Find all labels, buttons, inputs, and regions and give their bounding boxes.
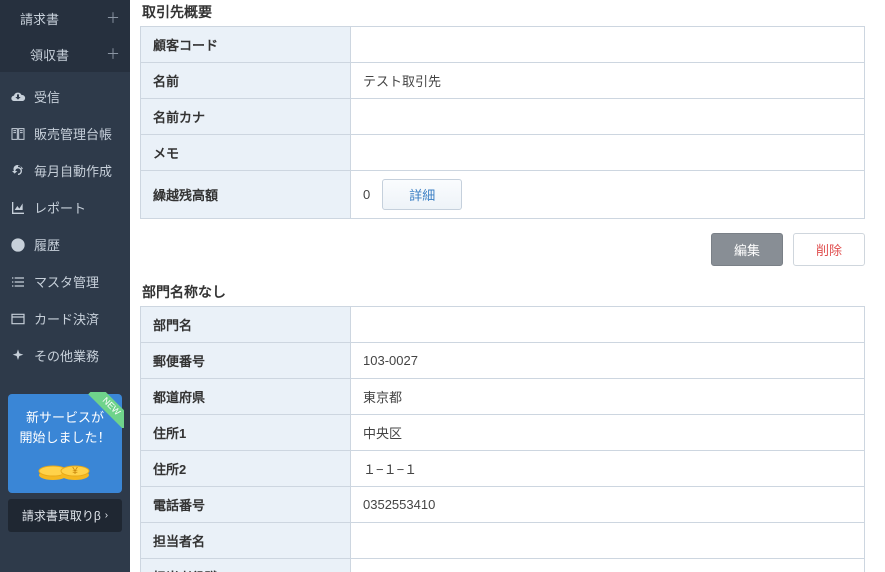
sidebar-item-inbox[interactable]: 受信 [0, 78, 130, 115]
value [351, 135, 865, 171]
sidebar-item-label: その他業務 [34, 346, 99, 365]
row-contact-title: 担当者役職 [141, 559, 865, 572]
sidebar-item-label: 領収書 [30, 45, 69, 64]
dept-table: 部門名 郵便番号103-0027 都道府県東京都 住所1中央区 住所2１−１−１… [140, 306, 865, 572]
sidebar-item-label: 受信 [34, 87, 60, 106]
value: 中央区 [351, 415, 865, 451]
edit-button[interactable]: 編集 [711, 233, 783, 266]
row-memo: メモ [141, 135, 865, 171]
chart-line-icon [10, 200, 26, 216]
label: 部門名 [141, 307, 351, 343]
row-customer-code: 顧客コード [141, 27, 865, 63]
promo-card[interactable]: NEW 新サービスが 開始しました！ ¥ [8, 394, 122, 493]
sidebar-item-label: カード決済 [34, 309, 99, 328]
main-content: 取引先概要 顧客コード 名前テスト取引先 名前カナ メモ 繰越残高額 0 詳細 … [130, 0, 885, 572]
value: 103-0027 [351, 343, 865, 379]
sidebar-nav: 受信 販売管理台帳 毎月自動作成 レポート 履歴 マスタ管理 [0, 72, 130, 374]
delete-button[interactable]: 削除 [793, 233, 865, 266]
label: 顧客コード [141, 27, 351, 63]
sidebar-item-label: マスタ管理 [34, 272, 99, 291]
label: 名前 [141, 63, 351, 99]
value-cell: 0 詳細 [351, 171, 865, 219]
sidebar-item-other[interactable]: その他業務 [0, 337, 130, 374]
value [351, 559, 865, 572]
value [351, 99, 865, 135]
value: 東京都 [351, 379, 865, 415]
summary-title: 取引先概要 [142, 2, 865, 22]
refresh-icon [10, 163, 26, 179]
row-contact-name: 担当者名 [141, 523, 865, 559]
label: 郵便番号 [141, 343, 351, 379]
sidebar-item-report[interactable]: レポート [0, 189, 130, 226]
value: テスト取引先 [351, 63, 865, 99]
sidebar-item-label: 履歴 [34, 235, 60, 254]
sidebar-item-label: 販売管理台帳 [34, 124, 112, 143]
row-addr2: 住所2１−１−１ [141, 451, 865, 487]
label: 住所2 [141, 451, 351, 487]
promo-line2: 開始しました！ [14, 428, 116, 448]
sidebar-item-receipt[interactable]: 領収書 ＋ [0, 36, 130, 72]
sidebar-item-label: 請求書 [20, 9, 59, 28]
row-addr1: 住所1中央区 [141, 415, 865, 451]
sidebar-item-history[interactable]: 履歴 [0, 226, 130, 263]
row-pref: 都道府県東京都 [141, 379, 865, 415]
label: 繰越残高額 [141, 171, 351, 219]
sidebar-item-invoice[interactable]: 請求書 ＋ [0, 0, 130, 36]
coins-icon: ¥ [14, 453, 116, 483]
balance-detail-button[interactable]: 詳細 [382, 179, 462, 210]
sidebar-top-group: 請求書 ＋ 領収書 ＋ [0, 0, 130, 72]
sidebar-item-label: レポート [34, 198, 86, 217]
ribbon-new: NEW [88, 392, 124, 428]
row-dept-name: 部門名 [141, 307, 865, 343]
clock-icon [10, 237, 26, 253]
plus-icon[interactable]: ＋ [106, 8, 120, 28]
value [351, 307, 865, 343]
row-name: 名前テスト取引先 [141, 63, 865, 99]
row-balance: 繰越残高額 0 詳細 [141, 171, 865, 219]
label: メモ [141, 135, 351, 171]
action-row: 編集 削除 [140, 233, 865, 266]
sidebar-item-label: 毎月自動作成 [34, 161, 112, 180]
sidebar-item-master[interactable]: マスタ管理 [0, 263, 130, 300]
label: 電話番号 [141, 487, 351, 523]
row-tel: 電話番号0352553410 [141, 487, 865, 523]
sidebar: 請求書 ＋ 領収書 ＋ 受信 販売管理台帳 毎月自動作成 [0, 0, 130, 572]
summary-table: 顧客コード 名前テスト取引先 名前カナ メモ 繰越残高額 0 詳細 [140, 26, 865, 219]
value: １−１−１ [351, 451, 865, 487]
credit-card-icon [10, 311, 26, 327]
promo: NEW 新サービスが 開始しました！ ¥ 請求書買取りβ › [8, 394, 122, 532]
sidebar-item-auto-create[interactable]: 毎月自動作成 [0, 152, 130, 189]
sidebar-item-card[interactable]: カード決済 [0, 300, 130, 337]
value [351, 523, 865, 559]
book-icon [10, 126, 26, 142]
label: 住所1 [141, 415, 351, 451]
svg-text:¥: ¥ [71, 466, 78, 477]
balance-value: 0 [363, 187, 370, 202]
dept-title: 部門名称なし [142, 282, 865, 302]
list-icon [10, 274, 26, 290]
chevron-right-icon: › [105, 510, 108, 521]
label: 都道府県 [141, 379, 351, 415]
value: 0352553410 [351, 487, 865, 523]
sidebar-item-sales-ledger[interactable]: 販売管理台帳 [0, 115, 130, 152]
label: 担当者役職 [141, 559, 351, 572]
row-name-kana: 名前カナ [141, 99, 865, 135]
cloud-download-icon [10, 89, 26, 105]
promo-button[interactable]: 請求書買取りβ › [8, 499, 122, 532]
promo-button-label: 請求書買取りβ [22, 507, 101, 524]
label: 名前カナ [141, 99, 351, 135]
label: 担当者名 [141, 523, 351, 559]
row-postal: 郵便番号103-0027 [141, 343, 865, 379]
value [351, 27, 865, 63]
sparkle-icon [10, 348, 26, 364]
plus-icon[interactable]: ＋ [106, 44, 120, 64]
